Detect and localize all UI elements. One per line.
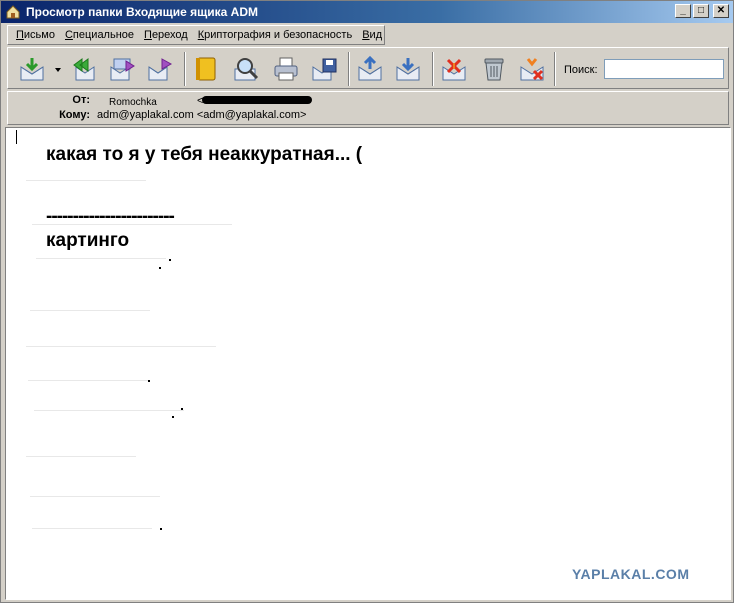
menu-bar: Письмо Специальное Переход Криптография … bbox=[7, 25, 385, 45]
faint-mark bbox=[30, 496, 160, 497]
window-controls: _ □ ✕ bbox=[675, 4, 729, 18]
find-icon bbox=[234, 58, 259, 81]
toolbar: Поиск: bbox=[7, 47, 729, 89]
from-name[interactable]: Romochka bbox=[109, 97, 157, 108]
trash-button[interactable] bbox=[478, 53, 510, 85]
search-input[interactable] bbox=[604, 59, 724, 79]
forward-button[interactable] bbox=[106, 53, 138, 85]
faint-mark bbox=[26, 180, 146, 181]
window-title: Просмотр папки Входящие ящика ADM bbox=[26, 5, 259, 19]
reply-all-button[interactable] bbox=[66, 53, 98, 85]
menu-special-mnemonic: С bbox=[64, 29, 73, 41]
to-label: Кому: bbox=[59, 109, 90, 121]
delete-message-button[interactable] bbox=[438, 53, 470, 85]
speck bbox=[148, 380, 150, 382]
faint-mark bbox=[28, 380, 148, 381]
faint-mark bbox=[26, 346, 216, 347]
toolbar-separator bbox=[432, 52, 434, 86]
menu-message-label: исьмо bbox=[23, 29, 55, 41]
title-bar[interactable]: Просмотр папки Входящие ящика ADM _ □ ✕ bbox=[1, 1, 733, 23]
maximize-button[interactable]: □ bbox=[693, 4, 709, 18]
menu-crypto-label: риптография и безопасность bbox=[204, 29, 353, 41]
menu-view[interactable]: Вид bbox=[362, 29, 382, 41]
menu-crypto[interactable]: Криптография и безопасность bbox=[198, 29, 352, 41]
forward-attachment-button[interactable] bbox=[144, 53, 176, 85]
message-body[interactable]: какая то я у тебя неаккуратная... ( ----… bbox=[5, 127, 731, 600]
reply-all-icon bbox=[73, 58, 95, 81]
address-book-icon bbox=[196, 57, 216, 81]
minimize-button[interactable]: _ bbox=[675, 4, 691, 18]
speck bbox=[159, 267, 161, 269]
delete-server-icon bbox=[520, 58, 544, 81]
text-caret bbox=[16, 130, 17, 144]
speck bbox=[160, 528, 162, 530]
trash-icon bbox=[484, 58, 504, 81]
speck bbox=[172, 416, 174, 418]
menu-view-mnemonic: В bbox=[362, 29, 370, 41]
mail-window: Просмотр папки Входящие ящика ADM _ □ ✕ … bbox=[0, 0, 734, 603]
speck bbox=[169, 259, 171, 261]
menu-special-label: пециальное bbox=[72, 29, 135, 41]
message-line: какая то я у тебя неаккуратная... ( bbox=[46, 144, 363, 165]
menu-message-mnemonic: П bbox=[16, 29, 24, 41]
next-message-icon bbox=[396, 58, 420, 81]
speck bbox=[181, 408, 183, 410]
forward-attachment-icon bbox=[148, 58, 173, 81]
menu-go-label: ереход bbox=[151, 29, 188, 41]
redacted-address bbox=[202, 96, 312, 104]
faint-mark bbox=[32, 224, 232, 225]
menu-go-mnemonic: П bbox=[144, 29, 152, 41]
next-message-button[interactable] bbox=[392, 53, 424, 85]
faint-mark bbox=[26, 456, 136, 457]
search-label: Поиск: bbox=[564, 64, 598, 76]
faint-mark bbox=[32, 528, 152, 529]
save-button[interactable] bbox=[308, 53, 340, 85]
menu-special[interactable]: Специальное bbox=[65, 29, 134, 41]
faint-mark bbox=[34, 410, 184, 411]
receive-icon bbox=[20, 58, 44, 81]
delete-message-icon bbox=[442, 58, 466, 81]
close-button[interactable]: ✕ bbox=[713, 4, 729, 18]
toolbar-separator bbox=[554, 52, 556, 86]
address-book-button[interactable] bbox=[190, 53, 222, 85]
save-icon bbox=[312, 58, 337, 81]
find-button[interactable] bbox=[230, 53, 262, 85]
menu-view-label: ид bbox=[369, 29, 383, 41]
delete-server-button[interactable] bbox=[516, 53, 548, 85]
watermark: YAPLAKAL.COM bbox=[572, 566, 690, 582]
toolbar-separator bbox=[184, 52, 186, 86]
print-icon bbox=[274, 57, 298, 81]
to-address[interactable]: adm@yaplakal.com <adm@yaplakal.com> bbox=[97, 109, 306, 121]
faint-mark bbox=[36, 258, 166, 259]
menu-message[interactable]: Письмо bbox=[16, 29, 55, 41]
receive-button[interactable] bbox=[16, 53, 48, 85]
previous-message-button[interactable] bbox=[354, 53, 386, 85]
receive-dropdown-arrow[interactable] bbox=[55, 68, 61, 72]
folder-home-icon bbox=[6, 5, 20, 19]
faint-mark bbox=[30, 310, 150, 311]
print-button[interactable] bbox=[270, 53, 302, 85]
forward-icon bbox=[110, 58, 135, 81]
from-label: От: bbox=[72, 94, 90, 106]
previous-message-icon bbox=[358, 55, 382, 81]
menu-go[interactable]: Переход bbox=[144, 29, 188, 41]
message-line: картинго bbox=[46, 230, 130, 251]
toolbar-separator bbox=[348, 52, 350, 86]
message-header: От: Romochka < Кому: adm@yaplakal.com <a… bbox=[7, 91, 729, 125]
